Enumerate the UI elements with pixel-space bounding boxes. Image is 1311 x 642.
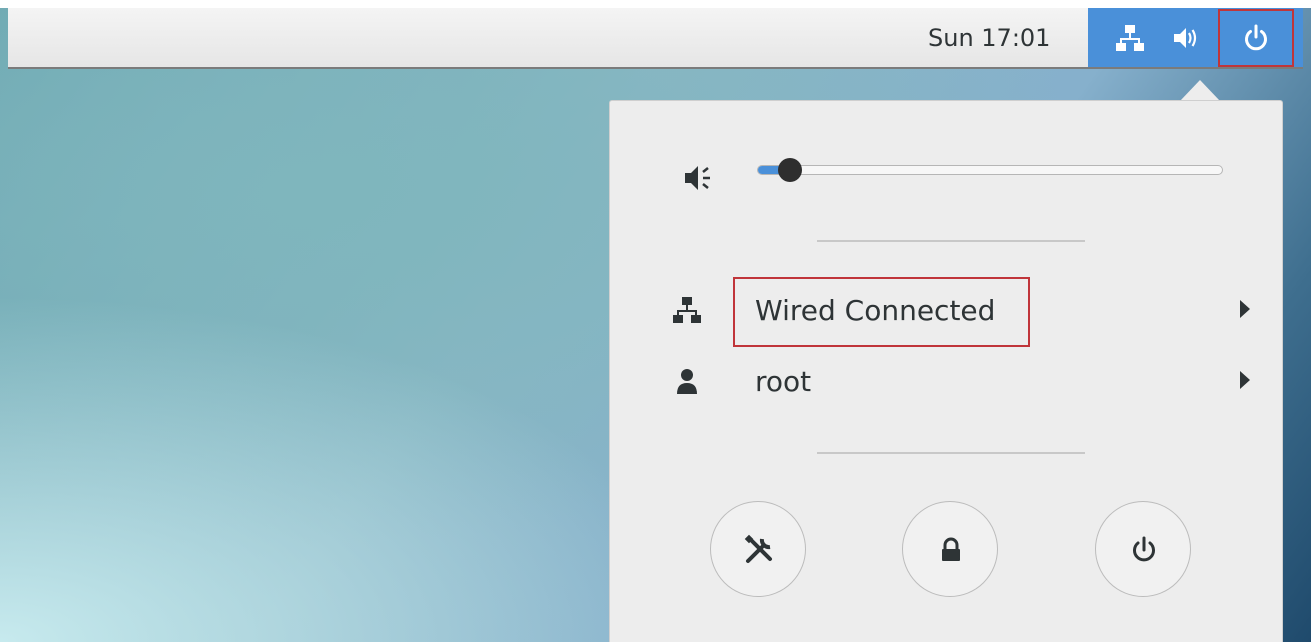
system-status-area[interactable] <box>1088 8 1303 67</box>
menu-item-user[interactable]: root <box>660 352 1250 412</box>
network-wired-icon[interactable] <box>1114 22 1146 54</box>
menu-separator <box>817 240 1085 242</box>
power-off-button[interactable] <box>1095 501 1191 597</box>
wired-connected-highlight <box>733 277 1030 347</box>
system-menu: Wired Connected root <box>609 100 1283 642</box>
volume-slider-handle[interactable] <box>778 158 802 182</box>
user-icon <box>672 366 702 396</box>
top-bar: Sun 17:01 <box>8 8 1303 69</box>
chevron-right-icon <box>1240 300 1250 318</box>
network-wired-icon <box>672 295 702 325</box>
menu-separator <box>817 452 1085 454</box>
power-icon-highlight <box>1218 9 1294 67</box>
volume-icon[interactable] <box>1170 22 1202 54</box>
lock-icon <box>942 537 960 561</box>
screen-frame <box>0 0 1311 8</box>
clock[interactable]: Sun 17:01 <box>928 20 1050 56</box>
chevron-right-icon <box>1240 371 1250 389</box>
volume-muted-icon <box>683 163 719 193</box>
menu-item-label: root <box>755 365 812 398</box>
settings-button[interactable] <box>710 501 806 597</box>
lock-button[interactable] <box>902 501 998 597</box>
menu-pointer <box>1180 80 1220 101</box>
volume-slider[interactable] <box>757 158 1223 182</box>
power-off-icon <box>1133 536 1155 562</box>
settings-icon <box>744 534 772 563</box>
